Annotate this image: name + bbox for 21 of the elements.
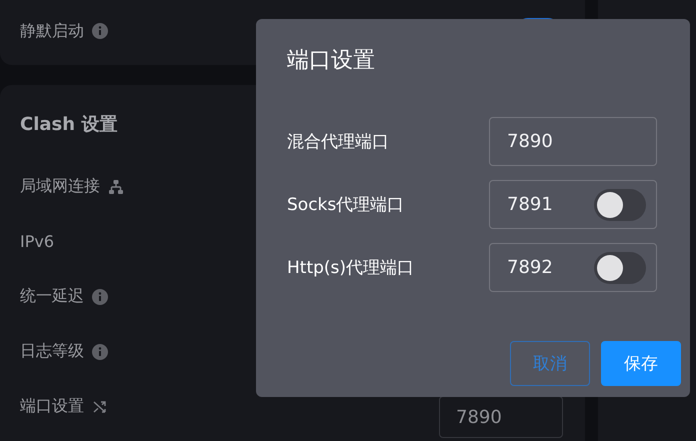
port-field[interactable]: 7892 bbox=[489, 243, 657, 292]
network-icon bbox=[108, 178, 124, 194]
setting-label: IPv6 bbox=[20, 232, 54, 251]
info-icon bbox=[92, 288, 108, 304]
field-label: Http(s)代理端口 bbox=[287, 257, 416, 279]
field-label: 混合代理端口 bbox=[287, 131, 390, 153]
port-field[interactable]: 7891 bbox=[489, 180, 657, 229]
section-title: Clash 设置 bbox=[20, 113, 118, 136]
field-label: Socks代理端口 bbox=[287, 194, 406, 216]
shuffle-icon bbox=[92, 398, 108, 414]
info-icon bbox=[92, 23, 108, 39]
setting-label: 静默启动 bbox=[20, 20, 84, 42]
setting-label: 日志等级 bbox=[20, 341, 84, 362]
toggle-switch[interactable] bbox=[594, 252, 646, 284]
info-icon bbox=[92, 344, 108, 360]
setting-label: 局域网连接 bbox=[20, 176, 100, 197]
port-field[interactable]: 7890 bbox=[489, 117, 657, 166]
setting-label: 端口设置 bbox=[20, 396, 84, 417]
toggle-switch[interactable] bbox=[594, 188, 646, 220]
setting-label: 统一延迟 bbox=[20, 286, 84, 307]
dialog-title: 端口设置 bbox=[287, 47, 376, 75]
